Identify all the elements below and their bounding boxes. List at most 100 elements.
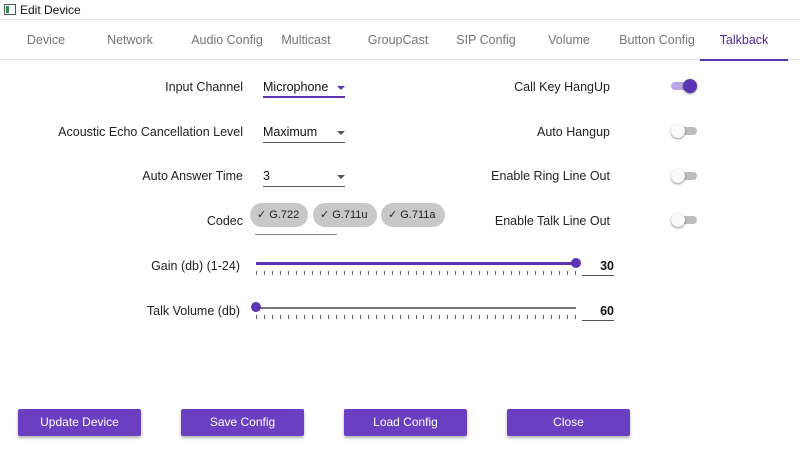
auto-answer-time-label: Auto Answer Time — [142, 169, 243, 183]
auto-hangup-label: Auto Hangup — [537, 125, 610, 139]
slider-tick — [551, 315, 553, 319]
slider-tick — [351, 271, 353, 275]
codec-chip-g711u[interactable]: ✓ G.711u — [313, 203, 377, 227]
slider-tick — [439, 315, 441, 319]
tab-volume[interactable]: Volume — [538, 20, 600, 60]
load-config-button[interactable]: Load Config — [344, 409, 467, 436]
check-icon: ✓ — [320, 209, 330, 221]
update-device-button[interactable]: Update Device — [18, 409, 141, 436]
aec-level-label: Acoustic Echo Cancellation Level — [58, 125, 243, 139]
auto-answer-time-select[interactable]: 3 — [263, 165, 345, 187]
slider-ticks — [256, 315, 576, 320]
slider-tick — [367, 315, 369, 319]
save-config-button[interactable]: Save Config — [181, 409, 304, 436]
call-key-hangup-toggle[interactable] — [671, 79, 697, 93]
app-window-icon — [4, 4, 16, 15]
slider-tick — [327, 315, 329, 319]
slider-tick — [256, 315, 257, 319]
slider-tick — [487, 271, 489, 275]
slider-tick — [391, 315, 393, 319]
slider-tick — [319, 271, 321, 275]
slider-tick — [407, 315, 409, 319]
close-button[interactable]: Close — [507, 409, 630, 436]
slider-tick — [415, 271, 417, 275]
tab-talkback[interactable]: Talkback — [700, 20, 788, 61]
chevron-down-icon — [337, 175, 345, 179]
tab-device[interactable]: Device — [15, 20, 77, 60]
slider-tick — [351, 315, 353, 319]
slider-thumb[interactable] — [571, 258, 581, 268]
slider-tick — [503, 271, 505, 275]
talk-volume-slider[interactable] — [251, 301, 576, 321]
input-channel-value: Microphone — [263, 80, 329, 94]
slider-tick — [319, 315, 321, 319]
enable-talk-line-out-toggle[interactable] — [671, 213, 697, 227]
check-icon: ✓ — [257, 209, 267, 221]
tab-audio-config[interactable]: Audio Config — [183, 20, 271, 60]
slider-tick — [479, 271, 481, 275]
codec-chip-label: G.711u — [332, 209, 368, 221]
slider-tick — [343, 271, 345, 275]
slider-tick — [503, 315, 505, 319]
tab-sip-config[interactable]: SIP Config — [450, 20, 522, 60]
slider-tick — [367, 271, 369, 275]
slider-tick — [535, 271, 537, 275]
slider-tick — [271, 271, 273, 275]
slider-tick — [383, 315, 385, 319]
slider-thumb[interactable] — [251, 302, 261, 312]
slider-tick — [399, 271, 401, 275]
slider-tick — [463, 271, 465, 275]
slider-tick — [375, 315, 377, 319]
slider-tick — [431, 271, 433, 275]
input-channel-label: Input Channel — [165, 80, 243, 94]
slider-tick — [471, 271, 473, 275]
slider-tick — [567, 315, 569, 319]
aec-level-value: Maximum — [263, 125, 318, 139]
gain-value-field[interactable]: 30 — [582, 254, 614, 276]
enable-ring-line-out-toggle[interactable] — [671, 169, 697, 183]
enable-ring-line-out-label: Enable Ring Line Out — [491, 169, 610, 183]
slider-tick — [327, 271, 329, 275]
slider-tick — [471, 315, 473, 319]
slider-tick — [559, 271, 561, 275]
slider-tick — [383, 271, 385, 275]
codec-chip-g722[interactable]: ✓ G.722 — [250, 203, 309, 227]
slider-tick — [263, 271, 265, 275]
slider-tick — [287, 315, 289, 319]
aec-level-select[interactable]: Maximum — [263, 121, 345, 143]
slider-tick — [511, 271, 513, 275]
gain-slider[interactable] — [256, 257, 581, 277]
slider-tick — [567, 271, 569, 275]
toggle-thumb — [671, 169, 685, 183]
slider-tick — [335, 315, 337, 319]
input-channel-select[interactable]: Microphone — [263, 76, 345, 98]
tab-multicast[interactable]: Multicast — [273, 20, 339, 60]
slider-tick — [527, 271, 529, 275]
slider-tick — [487, 315, 489, 319]
tab-network[interactable]: Network — [95, 20, 165, 60]
auto-answer-time-value: 3 — [263, 169, 270, 183]
slider-ticks — [256, 271, 576, 276]
talk-volume-value-field[interactable]: 60 — [582, 299, 614, 321]
slider-tick — [263, 315, 265, 319]
slider-tick — [279, 271, 281, 275]
slider-fill — [256, 262, 576, 265]
slider-tick — [447, 271, 449, 275]
slider-tick — [295, 315, 297, 319]
slider-tick — [256, 271, 257, 275]
tab-groupcast[interactable]: GroupCast — [361, 20, 435, 60]
slider-tick — [279, 315, 281, 319]
slider-tick — [519, 315, 521, 319]
slider-tick — [271, 315, 273, 319]
codec-chip-g711a[interactable]: ✓ G.711a — [381, 203, 445, 227]
slider-tick — [415, 315, 417, 319]
toggle-thumb — [671, 124, 685, 138]
tab-button-config[interactable]: Button Config — [615, 20, 699, 60]
slider-tick — [543, 271, 545, 275]
slider-tick — [295, 271, 297, 275]
slider-tick — [511, 315, 513, 319]
auto-hangup-toggle[interactable] — [671, 124, 697, 138]
slider-tick — [303, 315, 305, 319]
slider-tick — [359, 271, 361, 275]
slider-tick — [423, 315, 425, 319]
